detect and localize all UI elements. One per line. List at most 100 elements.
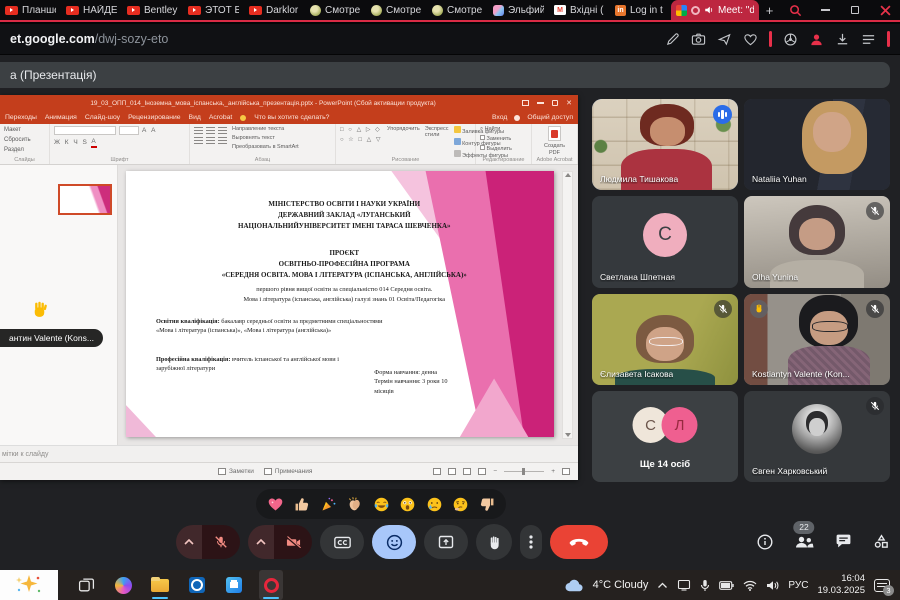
ribbon-tab[interactable]: Вид (189, 114, 201, 121)
captions-button[interactable] (320, 525, 364, 559)
browser-tab[interactable]: Darklor (244, 0, 305, 20)
participant-tile[interactable]: Єлизавета Ісакова (592, 294, 738, 385)
ribbon-tab[interactable]: Acrobat (209, 114, 232, 121)
participant-tile[interactable]: Євген Харковський (744, 391, 890, 482)
bookmark-heart-icon[interactable] (743, 32, 758, 47)
close-icon[interactable]: ✕ (566, 100, 572, 107)
slide-thumbnails-panel[interactable] (0, 165, 118, 445)
camera-off-button[interactable] (274, 525, 312, 559)
mic-options-chevron-icon[interactable] (176, 525, 202, 559)
volume-icon[interactable] (766, 580, 779, 591)
camera-options-chevron-icon[interactable] (248, 525, 274, 559)
tab-search-icon[interactable] (780, 0, 810, 21)
hidden-icons-chevron-icon[interactable] (657, 582, 668, 589)
participant-tile[interactable]: Людмила Тишакова (592, 99, 738, 190)
select-button[interactable]: Выделить (480, 145, 527, 154)
reset-button[interactable]: Сбросить (4, 136, 45, 144)
meeting-details-button[interactable] (757, 534, 773, 550)
browser-tab[interactable]: Смотре (427, 0, 488, 20)
ribbon-tab[interactable]: Переходы (5, 114, 37, 121)
align-text-button[interactable]: Выровнять текст (232, 135, 299, 143)
ribbon-options-icon[interactable] (522, 100, 529, 106)
slide-sorter-icon[interactable] (448, 468, 456, 475)
mic-off-button[interactable] (202, 525, 240, 559)
scroll-up-icon[interactable] (565, 173, 571, 177)
notes-toggle-button[interactable]: Заметки (218, 468, 254, 475)
reaction-thinking-icon[interactable] (452, 495, 470, 513)
chat-button[interactable] (835, 533, 852, 550)
find-button[interactable]: ⌕ Найти (480, 126, 527, 134)
participants-button[interactable]: 22 (794, 535, 814, 549)
file-explorer-button[interactable] (148, 570, 172, 600)
outlook-button[interactable] (185, 570, 209, 600)
fit-slide-icon[interactable] (562, 468, 570, 475)
restore-icon[interactable] (552, 100, 558, 106)
browser-tab[interactable]: НАЙДЕ (61, 0, 122, 20)
battery-icon[interactable] (719, 581, 734, 590)
reading-view-icon[interactable] (463, 468, 471, 475)
bold-italic-underline-icons[interactable]: Ж К Ч S (54, 138, 88, 147)
more-options-button[interactable] (520, 525, 542, 559)
reaction-crying-icon[interactable] (425, 495, 443, 513)
browser-tab[interactable]: Bentley (122, 0, 183, 20)
participant-tile[interactable]: Olha Yunina (744, 196, 890, 287)
slide-thumbnail-1[interactable] (58, 184, 112, 215)
participant-tile[interactable]: С Светлана Шпетная (592, 196, 738, 287)
edit-icon[interactable] (665, 32, 680, 47)
notes-pane[interactable]: мітки к слайду (0, 445, 578, 462)
downloads-icon[interactable] (835, 32, 850, 47)
slide-scrollbar[interactable] (562, 171, 573, 439)
ribbon-tab[interactable]: Слайд-шоу (85, 114, 120, 121)
indent-icon[interactable] (218, 126, 227, 134)
layout-button[interactable]: Макет (4, 126, 45, 134)
powerpoint-window[interactable]: 19_03_ОПП_014_Іноземна_мова_іспанська,_а… (0, 95, 578, 480)
wifi-icon[interactable] (743, 580, 757, 591)
participant-tile[interactable]: Nataliia Yuhan (744, 99, 890, 190)
browser-tab[interactable]: Смотре (366, 0, 427, 20)
protect-icon[interactable] (783, 32, 798, 47)
font-color-icon[interactable]: А (91, 137, 97, 148)
section-button[interactable]: Раздел (4, 146, 45, 154)
reaction-thumbs-up-icon[interactable] (293, 495, 311, 513)
replace-button[interactable]: Заменить (480, 135, 527, 144)
zoom-slider[interactable] (504, 471, 544, 473)
minimize-button[interactable] (810, 0, 840, 21)
reactions-button[interactable] (372, 525, 416, 559)
address-bar[interactable]: et.google.com/dwj-sozy-eto (0, 24, 900, 54)
reaction-thumbs-down-icon[interactable] (478, 495, 496, 513)
create-pdf-button[interactable]: СоздатьPDF (544, 143, 565, 158)
scroll-down-icon[interactable] (565, 433, 571, 437)
minimize-icon[interactable] (537, 102, 544, 103)
weather-label[interactable]: 4°C Cloudy (593, 579, 649, 591)
zoom-out-icon[interactable]: − (493, 468, 497, 475)
overflow-participants-tile[interactable]: С Л Ще 14 осіб (592, 391, 738, 482)
reaction-party-popper-icon[interactable] (319, 495, 337, 513)
sign-in-button[interactable]: Вход (492, 114, 507, 121)
quick-styles-button[interactable]: Экспрессстили (425, 126, 449, 138)
browser-tab[interactable]: ЭТОТ Б (183, 0, 244, 20)
tell-me-box[interactable]: Что вы хотите сделать? (254, 114, 329, 121)
new-tab-button[interactable] (759, 0, 780, 20)
align-center-icon[interactable] (206, 136, 215, 144)
font-size-select[interactable] (119, 126, 139, 135)
ribbon-tab[interactable]: Рецензирование (128, 114, 180, 121)
close-button[interactable] (870, 0, 900, 21)
reaction-sparkling-heart-icon[interactable] (266, 495, 284, 513)
participant-tile[interactable]: Kostiantyn Valente (Kon... (744, 294, 890, 385)
tray-mic-icon[interactable] (700, 579, 710, 592)
slide-canvas[interactable]: МІНІСТЕРСТВО ОСВІТИ І НАУКИ УКРАЇНИ ДЕРЖ… (126, 171, 554, 437)
widgets-button[interactable] (0, 570, 58, 600)
task-view-button[interactable] (74, 570, 98, 600)
sidebar-menu-icon[interactable] (861, 32, 876, 47)
comments-toggle-button[interactable]: Примечания (264, 468, 313, 475)
ribbon-tab[interactable]: Анимация (45, 114, 77, 121)
notification-center-icon[interactable]: 3 (874, 579, 890, 592)
share-button[interactable]: Общий доступ (527, 114, 573, 121)
browser-app-button-active[interactable] (259, 570, 283, 600)
present-screen-button[interactable] (424, 525, 468, 559)
bullets-icon[interactable] (194, 126, 203, 134)
screenshot-camera-icon[interactable] (691, 32, 706, 47)
columns-icon[interactable] (218, 136, 227, 144)
maximize-button[interactable] (840, 0, 870, 21)
keyboard-language[interactable]: РУС (788, 580, 808, 591)
